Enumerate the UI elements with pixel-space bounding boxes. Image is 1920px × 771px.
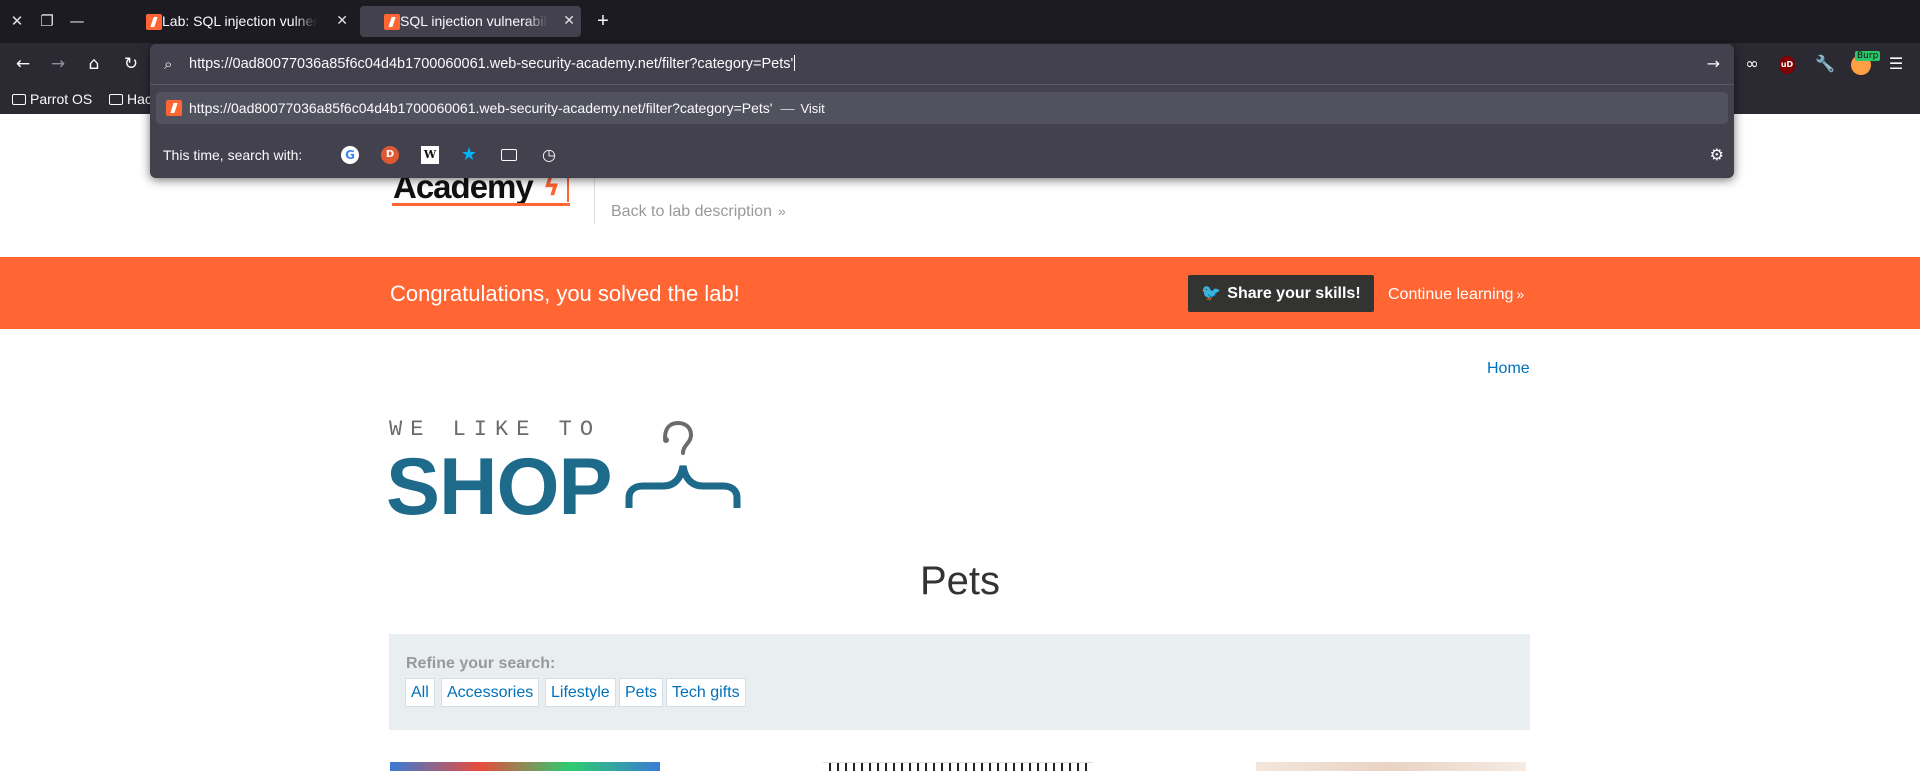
lab-solved-banner: Congratulations, you solved the lab! 🐦 Sh…	[0, 257, 1920, 329]
product-image[interactable]	[823, 762, 1093, 771]
tab-lab-description[interactable]: Lab: SQL injection vulnerability in WHER…	[122, 6, 354, 37]
share-label: Share your skills!	[1227, 285, 1361, 302]
product-image[interactable]	[1256, 762, 1526, 771]
portswigger-favicon-icon	[166, 100, 182, 116]
tab-lab-page[interactable]: SQL injection vulnerability in WHERE cla…	[360, 6, 581, 37]
window-minimize-icon[interactable]: —	[66, 10, 88, 32]
refine-label: Refine your search:	[406, 655, 556, 672]
category-title: Pets	[919, 559, 1001, 603]
twitter-bird-icon: 🐦	[1201, 285, 1222, 302]
reload-icon[interactable]: ↻	[118, 51, 144, 77]
menu-hamburger-icon[interactable]: ☰	[1883, 51, 1909, 77]
double-chevron-icon: »	[1516, 286, 1525, 302]
tabs-icon[interactable]	[498, 144, 520, 166]
burp-extension-icon[interactable]: Burp	[1851, 51, 1881, 75]
suggestion-url: https://0ad80077036a85f6c04d4b1700060061…	[189, 100, 773, 116]
dropdown-divider	[150, 84, 1734, 85]
hanger-icon	[625, 420, 741, 508]
filter-lifestyle[interactable]: Lifestyle	[545, 678, 616, 707]
bookmark-label: Hac	[127, 91, 152, 107]
go-arrow-icon[interactable]: →	[1707, 54, 1720, 73]
back-to-lab-label: Back to lab description	[611, 203, 772, 220]
share-skills-button[interactable]: 🐦 Share your skills!	[1188, 275, 1374, 312]
portswigger-favicon-icon	[384, 14, 400, 30]
filter-all[interactable]: All	[405, 678, 435, 707]
back-to-lab-link[interactable]: Back to lab description »	[611, 203, 786, 221]
suggestion-action: Visit	[800, 101, 825, 116]
continue-learning-link[interactable]: Continue learning»	[1388, 284, 1524, 305]
product-image[interactable]	[390, 762, 660, 771]
home-icon[interactable]: ⌂	[81, 51, 107, 77]
url-input[interactable]: https://0ad80077036a85f6c04d4b1700060061…	[189, 55, 796, 73]
url-bar[interactable]: ⌕ https://0ad80077036a85f6c04d4b17000600…	[150, 44, 1734, 84]
url-bar-dropdown: ⌕ https://0ad80077036a85f6c04d4b17000600…	[150, 44, 1734, 178]
history-icon[interactable]: ◷	[538, 144, 560, 166]
back-arrow-icon[interactable]: ←	[10, 51, 36, 77]
bookmark-label: Parrot OS	[30, 91, 93, 107]
suggestion-separator: —	[780, 100, 795, 116]
solved-message: Congratulations, you solved the lab!	[390, 281, 740, 306]
bookmarks-star-icon[interactable]: ★	[458, 144, 480, 166]
url-text: https://0ad80077036a85f6c04d4b1700060061…	[189, 56, 794, 72]
home-link[interactable]: Home	[1487, 359, 1530, 379]
academy-bolt-icon	[543, 172, 569, 202]
forward-arrow-icon[interactable]: →	[45, 51, 71, 77]
shop-logo-tagline: WE LIKE TO	[389, 417, 602, 442]
url-suggestion-row[interactable]: https://0ad80077036a85f6c04d4b1700060061…	[156, 92, 1728, 124]
folder-icon	[12, 94, 26, 105]
suggestion-text: https://0ad80077036a85f6c04d4b1700060061…	[189, 99, 825, 118]
tab-close-icon[interactable]: ✕	[336, 6, 348, 37]
academy-logo-underline	[392, 203, 570, 206]
tab-close-icon[interactable]: ✕	[563, 6, 575, 37]
refine-search-panel: Refine your search: All Accessories Life…	[389, 634, 1530, 730]
double-chevron-icon: »	[777, 203, 786, 219]
gear-icon[interactable]: ⚙	[1710, 145, 1724, 164]
burp-badge: Burp	[1855, 51, 1881, 61]
search-icon: ⌕	[164, 55, 173, 73]
bookmark-folder-parrot-os[interactable]: Parrot OS	[12, 90, 92, 108]
window-restore-icon[interactable]: ❐	[36, 10, 58, 32]
filter-pets[interactable]: Pets	[619, 678, 664, 707]
text-caret	[794, 55, 796, 71]
folder-icon	[109, 94, 123, 105]
tab-title: SQL injection vulnerability in WHERE cla…	[400, 13, 548, 29]
wikipedia-icon[interactable]: W	[421, 146, 439, 164]
duckduckgo-icon[interactable]: D	[381, 146, 399, 164]
ublock-origin-icon[interactable]: uD	[1779, 56, 1795, 74]
portswigger-favicon-icon	[146, 14, 162, 30]
filter-tech-gifts[interactable]: Tech gifts	[666, 678, 746, 707]
wrench-icon[interactable]: 🔧	[1812, 51, 1838, 77]
continue-label: Continue learning	[1388, 286, 1514, 303]
window-close-icon[interactable]: ✕	[6, 10, 28, 32]
google-icon[interactable]: G	[341, 146, 359, 164]
new-tab-icon[interactable]: +	[592, 10, 614, 32]
tab-title: Lab: SQL injection vulnerability in WHER…	[162, 13, 317, 29]
private-mask-icon[interactable]: ∞	[1739, 51, 1765, 77]
shop-logo-name: SHOP	[386, 442, 613, 532]
filter-accessories[interactable]: Accessories	[441, 678, 540, 707]
bookmark-folder-hacking[interactable]: Hac	[109, 90, 152, 108]
search-with-label: This time, search with:	[163, 147, 303, 163]
tab-bar: ✕ ❐ — Lab: SQL injection vulnerability i…	[0, 0, 1920, 43]
shop-logo: WE LIKE TO SHOP	[386, 417, 769, 528]
